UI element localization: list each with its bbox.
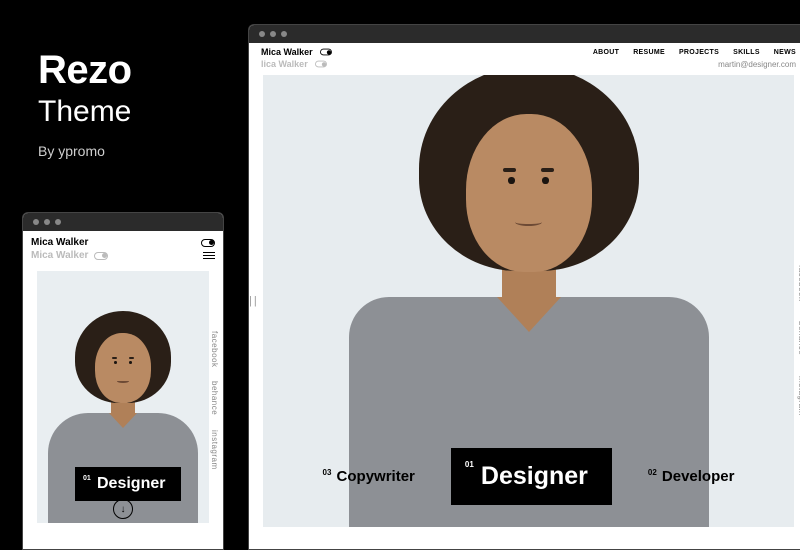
mobile-role-number: 01 xyxy=(83,475,91,482)
social-behance-link[interactable]: behance xyxy=(210,381,219,415)
role-number: 01 xyxy=(465,460,474,469)
mobile-site-owner[interactable]: Mica Walker xyxy=(31,237,88,248)
desktop-preview-window: Mica Walker ABOUT RESUME PROJECTS SKILLS… xyxy=(248,24,800,550)
promo-block: Rezo Theme By ypromo xyxy=(38,48,132,159)
mobile-window-titlebar xyxy=(23,213,223,231)
role-developer[interactable]: 02 Developer xyxy=(648,468,735,485)
theme-tagline: Theme xyxy=(38,95,132,129)
theme-byline: By ypromo xyxy=(38,143,132,159)
window-dot-icon xyxy=(55,219,61,225)
hamburger-menu-icon[interactable] xyxy=(203,252,215,259)
theme-toggle-shadow-icon xyxy=(315,61,327,68)
role-label: Copywriter xyxy=(337,468,415,485)
person-hair-illustration xyxy=(75,311,171,403)
role-number: 02 xyxy=(648,468,657,477)
theme-toggle-icon[interactable] xyxy=(201,239,215,247)
role-label: Designer xyxy=(481,462,588,490)
mobile-hero-image: 01 Designer ↓ xyxy=(37,271,209,523)
window-dot-icon xyxy=(33,219,39,225)
nav-skills-link[interactable]: SKILLS xyxy=(733,49,760,56)
person-face-illustration xyxy=(95,333,151,403)
drag-handle-icon[interactable]: || xyxy=(249,295,259,307)
person-face-illustration xyxy=(466,114,592,272)
mobile-role-badge[interactable]: 01 Designer xyxy=(75,467,181,501)
mobile-role-label: Designer xyxy=(97,475,165,492)
nav-news-link[interactable]: NEWS xyxy=(774,49,796,56)
scroll-down-icon[interactable]: ↓ xyxy=(113,499,133,519)
nav-resume-link[interactable]: RESUME xyxy=(633,49,665,56)
theme-toggle-shadow-icon xyxy=(94,252,108,260)
roles-row: 03 Copywriter 01 Designer 02 Developer xyxy=(263,448,794,505)
window-dot-icon xyxy=(44,219,50,225)
contact-email[interactable]: martin@designer.com xyxy=(718,60,796,69)
mobile-site-owner-shadow: Mica Walker xyxy=(31,250,88,261)
desktop-hero-image: 03 Copywriter 01 Designer 02 Developer xyxy=(263,75,794,527)
theme-name: Rezo xyxy=(38,48,132,93)
nav-projects-link[interactable]: PROJECTS xyxy=(679,49,719,56)
social-instagram-link[interactable]: instagram xyxy=(210,430,219,470)
role-designer-active[interactable]: 01 Designer xyxy=(451,448,612,505)
desktop-site-owner-shadow: lica Walker xyxy=(261,59,308,69)
role-number: 03 xyxy=(323,468,332,477)
role-label: Developer xyxy=(662,468,735,485)
person-hair-illustration xyxy=(419,75,639,271)
window-dot-icon xyxy=(281,31,287,37)
window-dot-icon xyxy=(270,31,276,37)
window-dot-icon xyxy=(259,31,265,37)
mobile-preview-window: Mica Walker Mica Walker xyxy=(22,212,224,550)
social-facebook-link[interactable]: facebook xyxy=(210,331,219,367)
desktop-site-owner[interactable]: Mica Walker xyxy=(261,47,313,57)
nav-about-link[interactable]: ABOUT xyxy=(593,49,619,56)
theme-toggle-icon[interactable] xyxy=(320,49,332,56)
role-copywriter[interactable]: 03 Copywriter xyxy=(323,468,415,485)
desktop-window-titlebar xyxy=(249,25,800,43)
